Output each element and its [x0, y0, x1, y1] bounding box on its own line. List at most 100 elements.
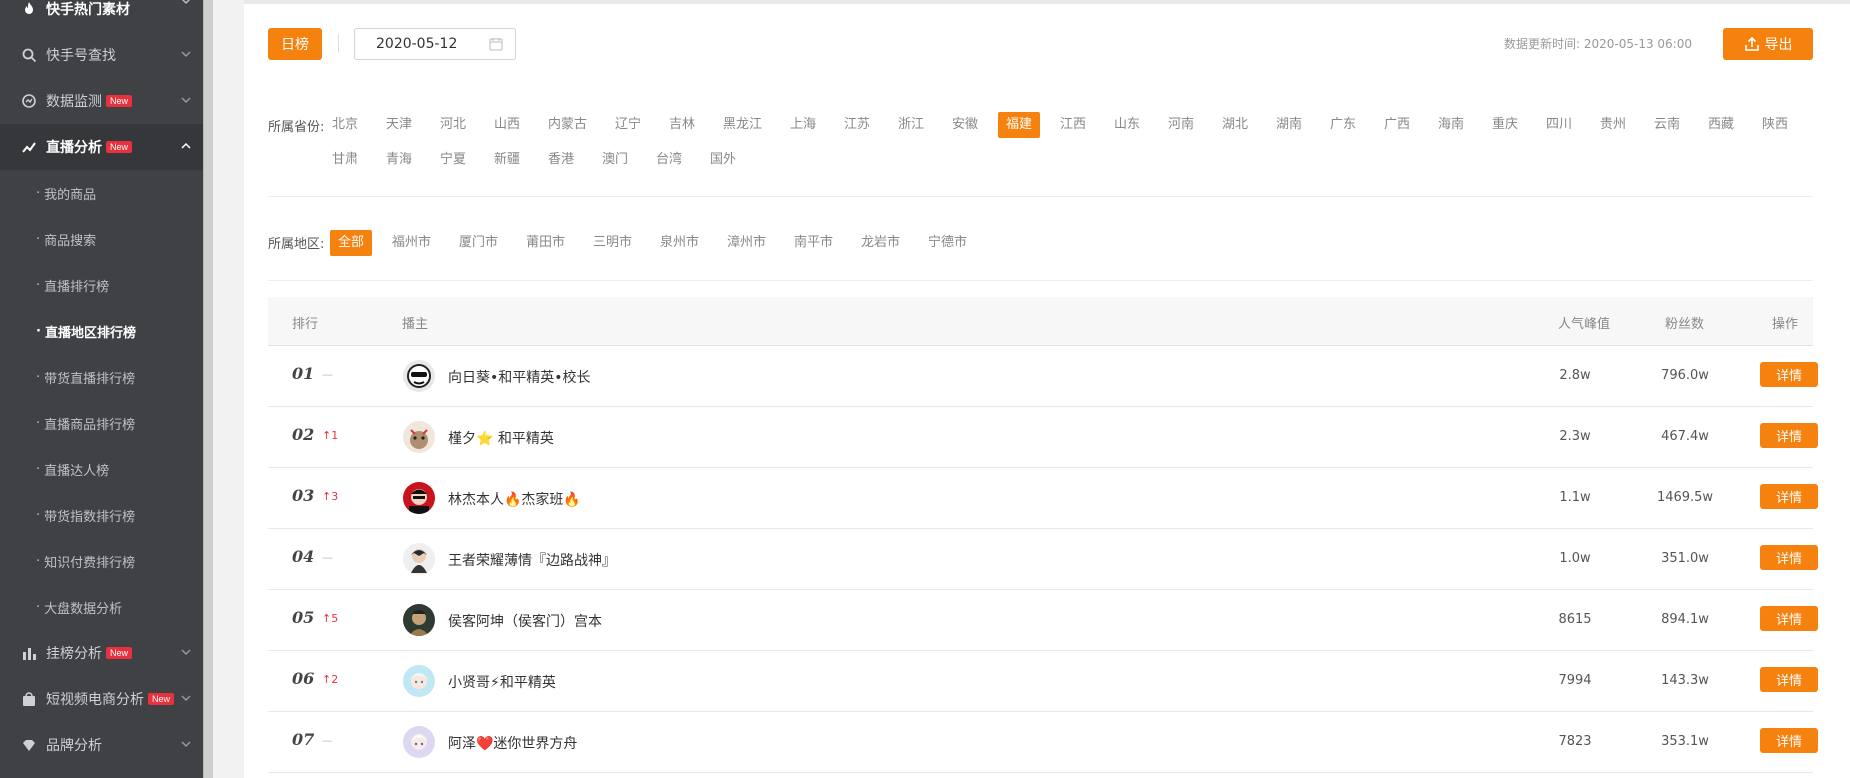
province-chip[interactable]: 陕西	[1754, 112, 1796, 138]
province-chip[interactable]: 河北	[432, 112, 474, 138]
province-chip[interactable]: 澳门	[594, 147, 636, 173]
region-chip[interactable]: 厦门市	[451, 230, 506, 256]
region-chip[interactable]: 泉州市	[652, 230, 707, 256]
sidebar-item-live-talent[interactable]: · 直播达人榜	[0, 446, 203, 492]
sidebar-item-paid-knowledge[interactable]: · 知识付费排行榜	[0, 538, 203, 584]
peak-value: 2.8w	[1559, 368, 1591, 383]
province-chip[interactable]: 湖北	[1214, 112, 1256, 138]
province-chip[interactable]: 海南	[1430, 112, 1472, 138]
bullet: ·	[36, 369, 41, 385]
province-chip[interactable]: 宁夏	[432, 147, 474, 173]
menu-item-video-commerce[interactable]: 短视频电商分析 New	[0, 676, 203, 722]
sidebar-item-sales-index[interactable]: · 带货指数排行榜	[0, 492, 203, 538]
sidebar-scrollbar[interactable]	[203, 0, 213, 778]
detail-button[interactable]: 详情	[1760, 484, 1818, 509]
province-chip[interactable]: 河南	[1160, 112, 1202, 138]
avatar[interactable]	[403, 421, 435, 453]
detail-button[interactable]: 详情	[1760, 423, 1818, 448]
detail-button[interactable]: 详情	[1760, 606, 1818, 631]
anchor-name[interactable]: 小贤哥⚡和平精英	[448, 672, 556, 692]
detail-button[interactable]: 详情	[1760, 362, 1818, 387]
bullet: ·	[36, 553, 41, 569]
province-chip[interactable]: 上海	[782, 112, 824, 138]
province-chip[interactable]: 广东	[1322, 112, 1364, 138]
province-chip[interactable]: 青海	[378, 147, 420, 173]
detail-button[interactable]: 详情	[1760, 667, 1818, 692]
province-chip[interactable]: 天津	[378, 112, 420, 138]
sub-label: 带货指数排行榜	[44, 509, 136, 525]
sidebar-item-live-ranking[interactable]: · 直播排行榜	[0, 262, 203, 308]
diamond-icon	[20, 736, 38, 754]
sidebar-item-live-product-ranking[interactable]: · 直播商品排行榜	[0, 400, 203, 446]
province-chip[interactable]: 吉林	[661, 112, 703, 138]
region-chip[interactable]: 莆田市	[518, 230, 573, 256]
avatar[interactable]	[403, 726, 435, 758]
province-chip[interactable]: 四川	[1538, 112, 1580, 138]
menu-item-data-monitor[interactable]: 数据监测 New	[0, 78, 203, 124]
table-header: 排行 播主 人气峰值 粉丝数 操作	[268, 297, 1813, 346]
province-chip[interactable]: 辽宁	[607, 112, 649, 138]
avatar[interactable]	[403, 665, 435, 697]
province-chip[interactable]: 山西	[486, 112, 528, 138]
province-chip[interactable]: 江苏	[836, 112, 878, 138]
region-chip[interactable]: 龙岩市	[853, 230, 908, 256]
region-chip[interactable]: 宁德市	[920, 230, 975, 256]
province-chip[interactable]: 云南	[1646, 112, 1688, 138]
sidebar-item-live-region-ranking[interactable]: · 直播地区排行榜	[0, 308, 203, 354]
anchor-name[interactable]: 侯客阿坤（侯客门）宫本	[448, 611, 602, 631]
region-chip[interactable]: 三明市	[585, 230, 640, 256]
province-chip[interactable]: 北京	[324, 112, 366, 138]
province-chip[interactable]: 台湾	[648, 147, 690, 173]
export-button[interactable]: 导出	[1723, 28, 1813, 60]
calendar-icon	[489, 38, 503, 51]
sidebar-item-my-products[interactable]: · 我的商品	[0, 170, 203, 216]
fans-count: 1469.5w	[1656, 490, 1714, 505]
province-chip[interactable]: 香港	[540, 147, 582, 173]
province-chip[interactable]: 黑龙江	[715, 112, 770, 138]
detail-button[interactable]: 详情	[1760, 545, 1818, 570]
avatar[interactable]	[403, 543, 435, 575]
menu-item-live-analysis[interactable]: 直播分析 New	[0, 124, 203, 170]
menu-item-account-search[interactable]: 快手号查找	[0, 32, 203, 78]
menu-item-rank-analysis[interactable]: 挂榜分析 New	[0, 630, 203, 676]
peak-value: 7823	[1558, 734, 1592, 749]
region-chip[interactable]: 全部	[330, 230, 373, 256]
avatar[interactable]	[403, 482, 435, 514]
sidebar-item-product-search[interactable]: · 商品搜索	[0, 216, 203, 262]
avatar[interactable]	[403, 360, 435, 392]
province-chip[interactable]: 安徽	[944, 112, 986, 138]
anchor-name[interactable]: 阿泽❤️迷你世界方舟	[448, 733, 577, 753]
detail-button[interactable]: 详情	[1760, 728, 1818, 753]
region-chip[interactable]: 漳州市	[719, 230, 774, 256]
anchor-name[interactable]: 槿夕⭐ 和平精英	[448, 428, 554, 448]
province-chip[interactable]: 福建	[998, 112, 1041, 138]
province-chip[interactable]: 西藏	[1700, 112, 1742, 138]
avatar[interactable]	[403, 604, 435, 636]
province-chip[interactable]: 内蒙古	[540, 112, 595, 138]
menu-item-brand-analysis[interactable]: 品牌分析	[0, 722, 203, 768]
anchor-name[interactable]: 向日葵•和平精英•校长	[448, 367, 591, 387]
sidebar-item-market-data[interactable]: · 大盘数据分析	[0, 584, 203, 630]
province-chip[interactable]: 重庆	[1484, 112, 1526, 138]
divider	[268, 280, 1813, 281]
anchor-name[interactable]: 王者荣耀薄情『边路战神』	[448, 550, 616, 570]
anchor-name[interactable]: 林杰本人🔥杰家班🔥	[448, 489, 581, 509]
sidebar-item-sales-live-ranking[interactable]: · 带货直播排行榜	[0, 354, 203, 400]
province-chip[interactable]: 新疆	[486, 147, 528, 173]
province-chip[interactable]: 贵州	[1592, 112, 1634, 138]
bullet: ·	[36, 185, 41, 201]
daily-ranking-button[interactable]: 日榜	[268, 28, 322, 60]
province-chip[interactable]: 山东	[1106, 112, 1148, 138]
rank-number: 05	[292, 608, 315, 627]
date-picker[interactable]: 2020-05-12	[354, 28, 516, 60]
province-chip[interactable]: 湖南	[1268, 112, 1310, 138]
region-chip[interactable]: 福州市	[384, 230, 439, 256]
province-chip[interactable]: 江西	[1052, 112, 1094, 138]
export-icon	[1744, 36, 1759, 51]
region-chip[interactable]: 南平市	[786, 230, 841, 256]
province-chip[interactable]: 甘肃	[324, 147, 366, 173]
province-chip[interactable]: 浙江	[890, 112, 932, 138]
province-chip[interactable]: 广西	[1376, 112, 1418, 138]
menu-item-hot-materials[interactable]: 快手热门素材	[0, 0, 203, 32]
province-chip[interactable]: 国外	[702, 147, 744, 173]
